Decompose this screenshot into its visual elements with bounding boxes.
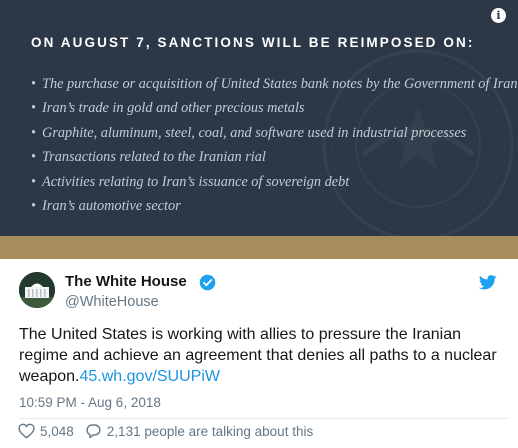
tweet-link[interactable]: 45.wh.gov/SUUPiW — [80, 368, 221, 385]
verified-badge-icon — [199, 274, 216, 291]
tweet-actions: 5,048 2,131 people are talking about thi… — [18, 423, 313, 439]
sanctions-list-item: Transactions related to the Iranian rial — [31, 145, 518, 170]
sanctions-list-item: Activities relating to Iran’s issuance o… — [31, 170, 518, 195]
white-house-avatar-icon — [19, 272, 55, 308]
conversation-count[interactable]: 2,131 people are talking about this — [107, 424, 313, 439]
sanctions-list-item: The purchase or acquisition of United St… — [31, 72, 518, 97]
tweet-timestamp[interactable]: 10:59 PM - Aug 6, 2018 — [19, 395, 161, 410]
sanctions-list: The purchase or acquisition of United St… — [31, 72, 518, 219]
author-handle[interactable]: @WhiteHouse — [65, 294, 159, 310]
sanctions-list-item: Iran’s trade in gold and other precious … — [31, 96, 518, 121]
divider — [19, 418, 509, 419]
reply-bubble-icon[interactable] — [85, 423, 102, 439]
tweet-media-image[interactable]: ON AUGUST 7, SANCTIONS WILL BE REIMPOSED… — [0, 0, 518, 236]
like-count[interactable]: 5,048 — [40, 424, 74, 439]
twitter-bird-icon[interactable] — [479, 275, 497, 290]
banner-heading: ON AUGUST 7, SANCTIONS WILL BE REIMPOSED… — [31, 35, 475, 50]
embedded-tweet-card: ON AUGUST 7, SANCTIONS WILL BE REIMPOSED… — [0, 0, 518, 448]
avatar[interactable] — [19, 272, 55, 308]
author-name[interactable]: The White House — [65, 273, 187, 290]
banner-accent-bar — [0, 236, 518, 259]
tweet-text: The United States is working with allies… — [19, 324, 509, 387]
sanctions-list-item: Iran’s automotive sector — [31, 194, 518, 219]
heart-icon[interactable] — [18, 423, 35, 439]
info-icon[interactable]: i — [491, 8, 506, 23]
sanctions-list-item: Graphite, aluminum, steel, coal, and sof… — [31, 121, 518, 146]
